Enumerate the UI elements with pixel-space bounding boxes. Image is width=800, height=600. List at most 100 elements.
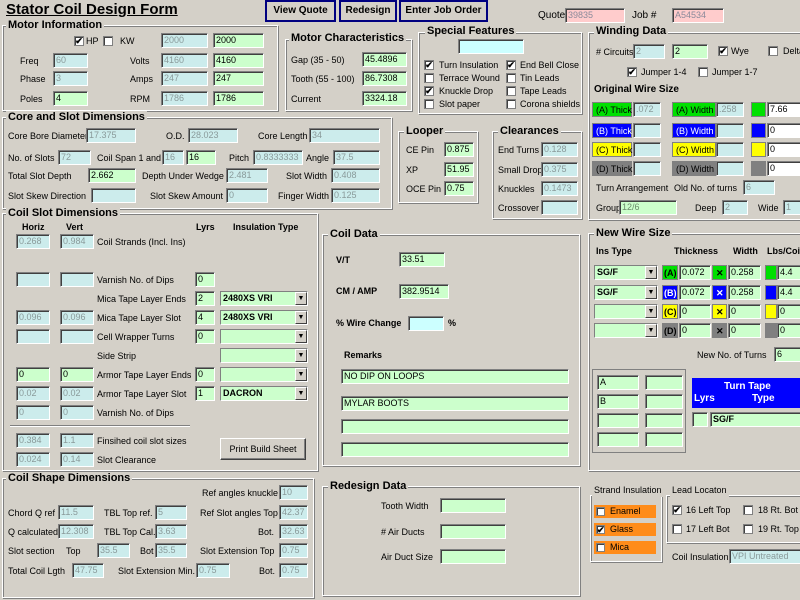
armor-ends-vert-field[interactable]: 0	[60, 367, 94, 382]
wire-b-lbs-field[interactable]: 0	[767, 123, 800, 138]
thick-b-field[interactable]: 0.072	[679, 285, 711, 300]
ins-type-select-d[interactable]: ▼	[594, 323, 658, 338]
turn-group-b2[interactable]	[645, 394, 683, 409]
gap-field[interactable]: 45.4896	[362, 52, 407, 67]
wire-a-width-field[interactable]: .258	[716, 102, 744, 117]
chord-field[interactable]: 11.5	[58, 505, 94, 520]
wire-c-lbs-field[interactable]: 0	[767, 142, 800, 157]
clearance-horiz-field[interactable]: 0.024	[16, 452, 50, 467]
lbs-b-field[interactable]: 4.4	[777, 285, 800, 300]
strands-vert-field[interactable]: 0.984	[60, 234, 94, 249]
side-strip-select[interactable]: ▼	[220, 348, 308, 363]
kw-field[interactable]: 2000	[161, 33, 208, 48]
turn-group-a2[interactable]	[645, 375, 683, 390]
finger-width-field[interactable]: 0.125	[331, 188, 380, 203]
mica-checkbox[interactable]	[596, 543, 605, 552]
tbl-top-field[interactable]: 5	[155, 505, 187, 520]
wire-change-field[interactable]	[408, 316, 444, 331]
jumper-1-4-checkbox[interactable]: ✔	[627, 67, 637, 77]
small-drop-field[interactable]: 0.375	[541, 162, 578, 177]
enter-job-order-button[interactable]: Enter Job Order	[399, 0, 488, 22]
tape-leads-checkbox[interactable]	[506, 86, 516, 96]
armor-ends-select[interactable]: ▼	[220, 367, 308, 382]
tooth-field[interactable]: 86.7308	[362, 71, 407, 86]
coil-span-field-b[interactable]: 16	[186, 150, 216, 165]
slot-ext-min-field[interactable]: 0.75	[196, 563, 230, 578]
quote-field[interactable]: 39835	[565, 8, 625, 23]
tbl-cal-field[interactable]: 3.63	[155, 524, 187, 539]
remark-field-3[interactable]	[341, 419, 569, 434]
slots-field[interactable]: 72	[58, 150, 91, 165]
poles-field[interactable]: 4	[53, 91, 88, 106]
armor-ends-horiz-field[interactable]: 0	[16, 367, 50, 382]
varnish-lyrs-field[interactable]: 0	[195, 272, 215, 287]
freq-field[interactable]: 60	[53, 53, 88, 68]
special-features-field[interactable]	[458, 39, 524, 54]
tooth-width-field[interactable]	[440, 498, 506, 513]
end-bell-close-checkbox[interactable]: ✔	[506, 60, 516, 70]
thick-c-field[interactable]: 0	[679, 304, 711, 319]
wire-c-width-field[interactable]	[716, 142, 744, 157]
circuits-field-a[interactable]: 2	[633, 44, 665, 59]
mica-slot-lyrs-field[interactable]: 4	[195, 310, 215, 325]
new-turns-field[interactable]: 6	[774, 347, 800, 362]
wire-d-lbs-field[interactable]: 0	[767, 161, 800, 176]
armor-slot-lyrs-field[interactable]: 1	[195, 386, 215, 401]
remark-field-2[interactable]: MYLAR BOOTS	[341, 396, 569, 411]
finished-horiz-field[interactable]: 0.384	[16, 433, 50, 448]
lbs-d-field[interactable]: 0	[777, 323, 800, 338]
q-calc-field[interactable]: 12.308	[58, 524, 94, 539]
thick-a-field[interactable]: 0.072	[679, 265, 711, 280]
bot3-field[interactable]: 0.75	[279, 563, 308, 578]
kw-checkbox[interactable]	[103, 36, 113, 46]
finished-vert-field[interactable]: 1.1	[60, 433, 94, 448]
end-turns-field[interactable]: 0.128	[541, 142, 578, 157]
mica-slot-horiz-field[interactable]: 0.096	[16, 310, 50, 325]
clearance-vert-field[interactable]: 0.14	[60, 452, 94, 467]
lbs-c-field[interactable]: 0	[777, 304, 800, 319]
amps-field-b[interactable]: 247	[213, 71, 264, 86]
circuits-field-b[interactable]: 2	[672, 44, 708, 59]
turn-group-a[interactable]: A	[597, 375, 639, 390]
knuckles-field[interactable]: 0.1473	[541, 181, 578, 196]
ins-type-select-c[interactable]: ▼	[594, 304, 658, 319]
wire-c-thick-field[interactable]	[633, 142, 661, 157]
rpm-field-b[interactable]: 1786	[213, 91, 264, 106]
old-turns-field[interactable]: 6	[743, 180, 775, 195]
varnish2-vert-field[interactable]: 0	[60, 405, 94, 420]
skew-amount-field[interactable]: 0	[226, 188, 268, 203]
oce-pin-field[interactable]: 0.75	[444, 181, 474, 196]
chevron-down-icon[interactable]: ▼	[645, 324, 657, 337]
turn-group-c[interactable]	[597, 413, 639, 428]
mica-slot-vert-field[interactable]: 0.096	[60, 310, 94, 325]
section-top-field[interactable]: 35.5	[97, 543, 130, 558]
coil-span-field-a[interactable]: 16	[162, 150, 184, 165]
redesign-button[interactable]: Redesign	[339, 0, 397, 22]
print-build-sheet-button[interactable]: Print Build Sheet	[220, 438, 306, 460]
width-c-field[interactable]: 0	[728, 304, 761, 319]
knuckle-drop-checkbox[interactable]: ✔	[424, 86, 434, 96]
chevron-down-icon[interactable]: ▼	[295, 349, 307, 362]
chevron-down-icon[interactable]: ▼	[295, 330, 307, 343]
air-ducts-field[interactable]	[440, 524, 506, 539]
deep-field[interactable]: 2	[722, 200, 748, 215]
wire-a-thick-field[interactable]: .072	[633, 102, 661, 117]
phase-field[interactable]: 3	[53, 71, 88, 86]
turn-insulation-checkbox[interactable]: ✔	[424, 60, 434, 70]
wire-d-thick-field[interactable]	[633, 161, 661, 176]
od-field[interactable]: 28.023	[188, 128, 238, 143]
strands-horiz-field[interactable]: 0.268	[16, 234, 50, 249]
ins-type-select-a[interactable]: SG/F ▼	[594, 265, 658, 280]
slot-depth-field[interactable]: 2.662	[88, 168, 136, 183]
chevron-down-icon[interactable]: ▼	[295, 292, 307, 305]
group-field[interactable]: 12/6	[619, 200, 677, 215]
terrace-wound-checkbox[interactable]	[424, 73, 434, 83]
jumper-1-7-checkbox[interactable]	[698, 67, 708, 77]
wire-d-width-field[interactable]	[716, 161, 744, 176]
crossover-field[interactable]	[541, 200, 578, 215]
hp-checkbox[interactable]: ✔	[74, 36, 84, 46]
enamel-checkbox[interactable]	[596, 507, 605, 516]
chevron-down-icon[interactable]: ▼	[645, 286, 657, 299]
glass-checkbox[interactable]: ✔	[596, 525, 605, 535]
wrapper-vert-field[interactable]	[60, 329, 94, 344]
